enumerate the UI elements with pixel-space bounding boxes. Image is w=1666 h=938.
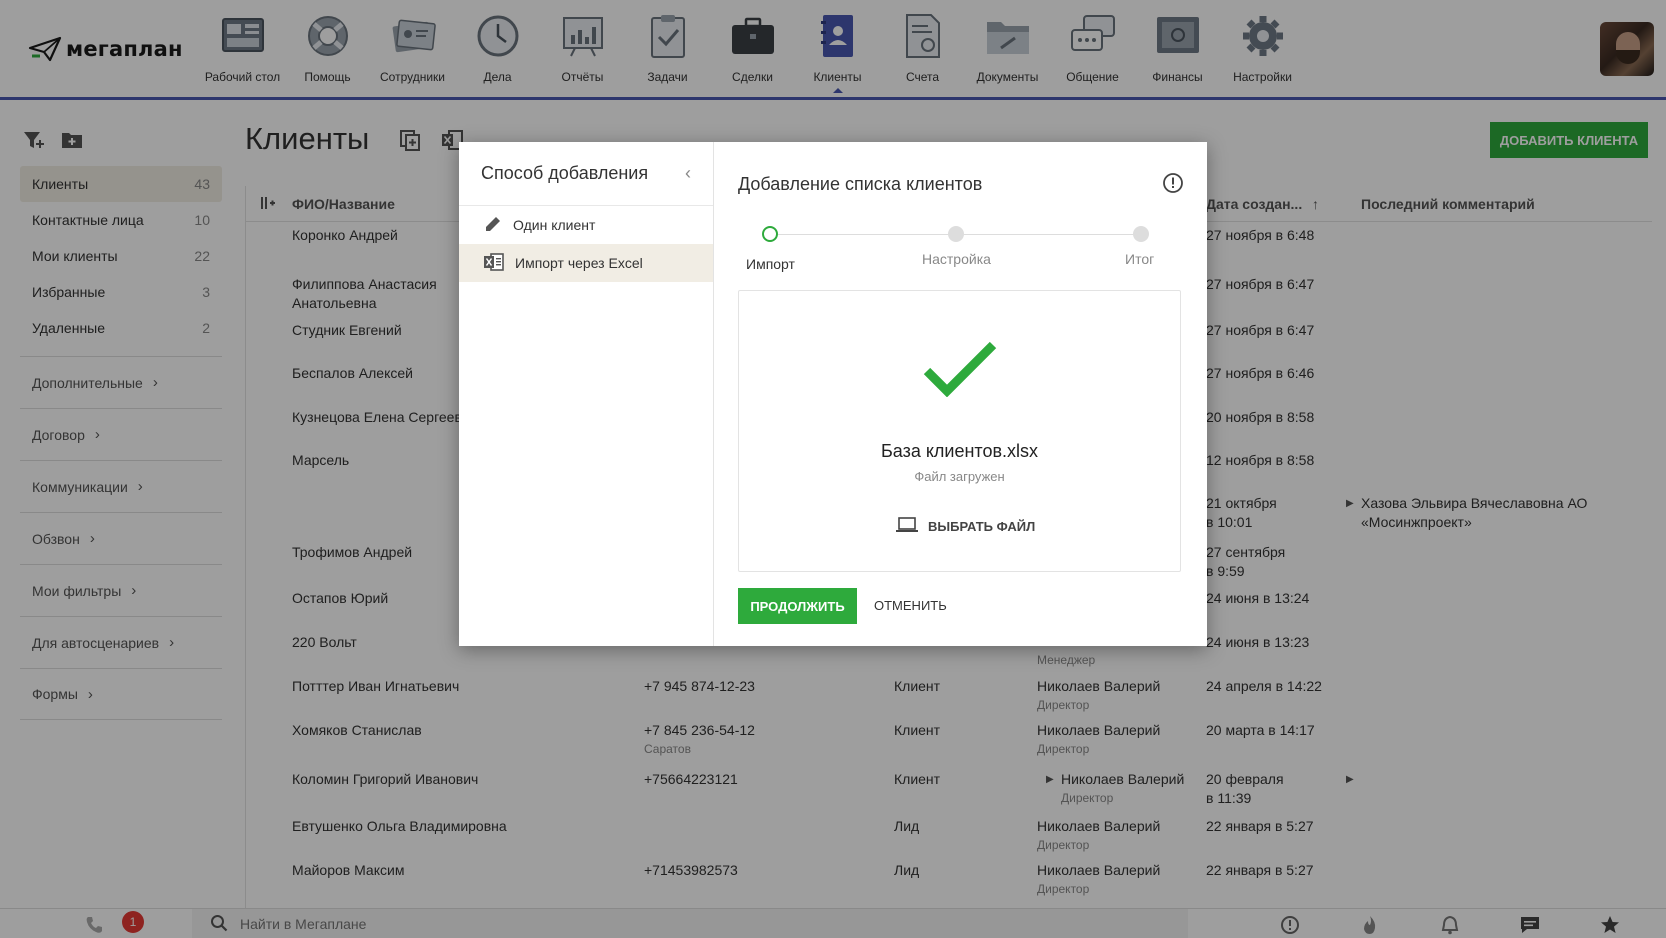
step-connector	[778, 234, 956, 235]
laptop-icon	[896, 517, 918, 536]
import-title: Добавление списка клиентов	[738, 174, 983, 194]
option-label: Импорт через Excel	[515, 255, 643, 271]
add-method-title: Способ добавления	[481, 163, 649, 183]
step-dot-settings	[948, 226, 964, 242]
add-clients-modal: Способ добавления ‹ Один клиент Импорт ч…	[459, 142, 1207, 646]
step-dot-import	[762, 226, 778, 242]
pencil-icon	[483, 214, 503, 237]
step-label-import: Импорт	[746, 256, 795, 272]
excel-icon	[483, 252, 505, 275]
step-label-settings: Настройка	[922, 251, 991, 267]
info-icon[interactable]	[1162, 172, 1184, 197]
step-connector	[964, 234, 1134, 235]
option-label: Один клиент	[513, 217, 596, 233]
import-panel: Добавление списка клиентов Импорт Настро…	[714, 142, 1207, 646]
add-method-header: Способ добавления ‹	[459, 142, 713, 206]
choose-file-label: ВЫБРАТЬ ФАЙЛ	[928, 519, 1036, 534]
step-dot-result	[1133, 226, 1149, 242]
option-single-client[interactable]: Один клиент	[459, 206, 713, 244]
cancel-button[interactable]: ОТМЕНИТЬ	[874, 598, 947, 613]
continue-button[interactable]: ПРОДОЛЖИТЬ	[738, 588, 857, 624]
file-name: База клиентов.xlsx	[880, 441, 1039, 461]
step-label-result: Итог	[1125, 251, 1155, 267]
file-status: Файл загружен	[914, 469, 1005, 484]
choose-file-button[interactable]: ВЫБРАТЬ ФАЙЛ	[896, 517, 1035, 536]
file-drop-zone[interactable]: База клиентов.xlsx Файл загружен ВЫБРАТЬ…	[738, 290, 1181, 572]
add-method-panel: Способ добавления ‹ Один клиент Импорт ч…	[459, 142, 714, 646]
checkmark-icon	[923, 341, 997, 400]
option-excel-import[interactable]: Импорт через Excel	[459, 244, 713, 282]
chevron-left-icon[interactable]: ‹	[685, 163, 691, 184]
